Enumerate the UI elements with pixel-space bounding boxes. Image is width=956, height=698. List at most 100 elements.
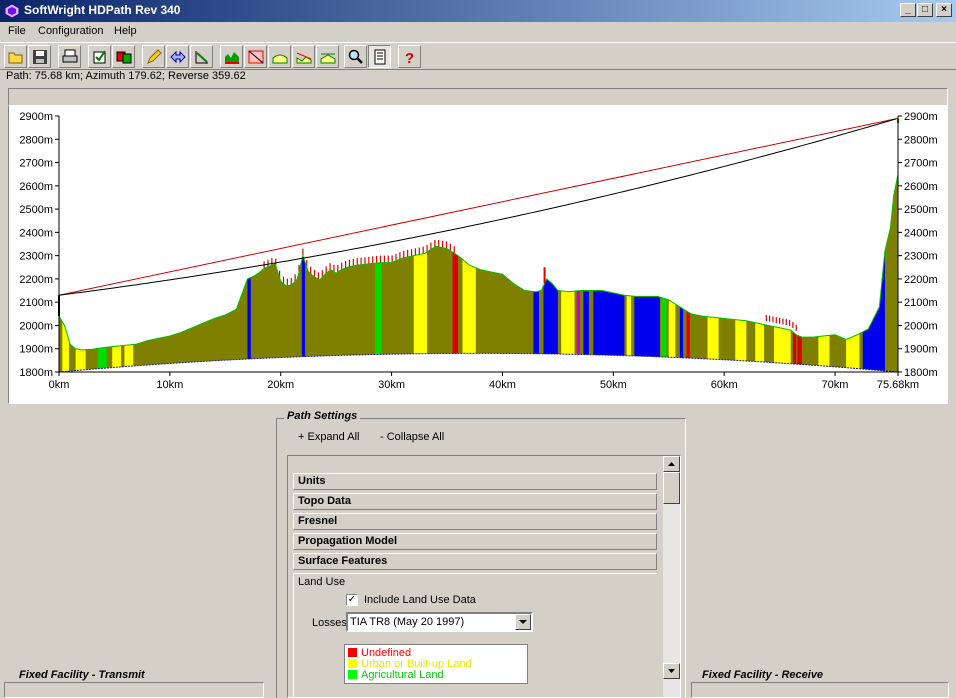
expand-all-link[interactable]: + Expand All bbox=[298, 431, 359, 443]
toolbar: ? bbox=[0, 42, 956, 70]
land-use-band bbox=[755, 322, 765, 363]
land-use-band bbox=[413, 251, 428, 354]
legend-swatch bbox=[348, 670, 357, 679]
open-icon bbox=[8, 52, 23, 64]
title-bar[interactable]: SoftWright HDPath Rev 340 _ □ × bbox=[0, 0, 956, 22]
scroll-thumb[interactable] bbox=[663, 472, 680, 504]
land-use-band bbox=[626, 295, 632, 356]
reflection-button[interactable] bbox=[292, 45, 315, 68]
section-surface-features[interactable]: Surface Features bbox=[293, 553, 657, 570]
maximize-button[interactable]: □ bbox=[917, 3, 933, 17]
land-use-band bbox=[686, 311, 690, 359]
help-button[interactable]: ? bbox=[398, 45, 421, 68]
save-button[interactable] bbox=[28, 45, 51, 68]
pencil-icon bbox=[147, 49, 162, 64]
land-use-band bbox=[660, 297, 667, 358]
dropdown-button[interactable] bbox=[515, 614, 531, 630]
menu-file[interactable]: File bbox=[8, 25, 26, 37]
y-tick-label-left: 2800m bbox=[19, 134, 53, 146]
open-button[interactable] bbox=[4, 45, 27, 68]
flip-path-icon bbox=[170, 50, 186, 64]
close-button[interactable]: × bbox=[936, 3, 952, 17]
diffraction-button[interactable] bbox=[316, 45, 339, 68]
report-button[interactable] bbox=[368, 45, 391, 68]
y-tick-label-right: 2700m bbox=[904, 158, 938, 170]
app-icon bbox=[4, 3, 20, 19]
clearance-icon bbox=[248, 50, 264, 64]
arrow-down-icon bbox=[668, 669, 675, 673]
fresnel-icon bbox=[272, 54, 288, 64]
menu-bar: File Configuration Help bbox=[0, 22, 956, 41]
report-icon bbox=[374, 49, 386, 65]
land-use-band bbox=[543, 279, 558, 355]
help-icon: ? bbox=[405, 50, 414, 65]
land-use-band bbox=[75, 348, 86, 371]
y-tick-label-left: 2300m bbox=[19, 251, 53, 263]
y-tick-label-right: 2600m bbox=[904, 181, 938, 193]
chevron-down-icon bbox=[519, 620, 527, 624]
land-use-band bbox=[735, 319, 747, 361]
section-units[interactable]: Units bbox=[293, 473, 657, 490]
x-tick-label: 50km bbox=[600, 379, 627, 391]
scroll-down-button[interactable] bbox=[663, 663, 680, 679]
print-button[interactable] bbox=[58, 45, 81, 68]
land-use-band bbox=[576, 290, 581, 355]
y-tick-label-right: 2000m bbox=[904, 320, 938, 332]
x-tick-label: 40km bbox=[489, 379, 516, 391]
receive-group bbox=[691, 682, 949, 698]
land-use-band bbox=[707, 316, 719, 360]
losses-label: Losses bbox=[312, 617, 347, 629]
include-land-use-checkbox[interactable]: ✓ bbox=[346, 594, 358, 606]
svg-text:?: ? bbox=[405, 50, 414, 65]
legend-item-agricultural: Agricultural Land bbox=[348, 669, 444, 681]
swap-sites-icon bbox=[116, 51, 132, 64]
x-tick-label: 0km bbox=[49, 379, 70, 391]
y-tick-label-right: 2400m bbox=[904, 227, 938, 239]
x-tick-label: 30km bbox=[378, 379, 405, 391]
draw-button[interactable] bbox=[142, 45, 165, 68]
flip-path-button[interactable] bbox=[166, 45, 189, 68]
section-propagation-model[interactable]: Propagation Model bbox=[293, 533, 657, 550]
land-use-band bbox=[774, 326, 791, 364]
collapse-all-link[interactable]: - Collapse All bbox=[380, 431, 444, 443]
legend-swatch bbox=[348, 659, 357, 668]
x-tick-label: 10km bbox=[156, 379, 183, 391]
swap-sites-button[interactable] bbox=[112, 45, 135, 68]
losses-value: TIA TR8 (May 20 1997) bbox=[350, 616, 465, 628]
reflection-icon bbox=[296, 52, 312, 64]
y-tick-label-right: 2200m bbox=[904, 274, 938, 286]
edit-site-button[interactable] bbox=[88, 45, 111, 68]
grade-button[interactable] bbox=[190, 45, 213, 68]
land-use-band bbox=[668, 299, 676, 358]
fresnel-button[interactable] bbox=[268, 45, 291, 68]
section-fresnel[interactable]: Fresnel bbox=[293, 513, 657, 530]
y-tick-label-right: 2100m bbox=[904, 297, 938, 309]
receive-group-title: Fixed Facility - Receive bbox=[699, 669, 827, 681]
settings-scrollbar[interactable] bbox=[663, 456, 680, 697]
land-use-legend: Undefined Urban or Built-up Land Agricul… bbox=[344, 644, 528, 684]
transmit-group bbox=[4, 682, 264, 698]
losses-select[interactable]: TIA TR8 (May 20 1997) bbox=[346, 612, 533, 632]
land-use-band bbox=[247, 277, 251, 360]
profile-chart[interactable]: 1800m 1800m 1900m 1900m 2000m 2000m 2100m 2100m… bbox=[8, 106, 948, 404]
y-tick-label-left: 2100m bbox=[19, 297, 53, 309]
terrain-button[interactable] bbox=[220, 45, 243, 68]
y-tick-label-right: 1900m bbox=[904, 344, 938, 356]
land-use-label: Land Use bbox=[298, 576, 346, 588]
land-use-band bbox=[112, 345, 122, 368]
land-use-band bbox=[561, 290, 575, 355]
menu-help[interactable]: Help bbox=[114, 25, 137, 37]
arrow-up-icon bbox=[668, 462, 675, 466]
clearance-button[interactable] bbox=[244, 45, 267, 68]
land-use-band bbox=[533, 291, 540, 354]
terrain-profile-svg[interactable]: 1800m 1800m 1900m 1900m 2000m 2000m 2100m 2100m… bbox=[9, 106, 949, 404]
minimize-button[interactable]: _ bbox=[900, 3, 916, 17]
menu-configuration[interactable]: Configuration bbox=[38, 25, 103, 37]
scroll-up-button[interactable] bbox=[663, 456, 680, 472]
land-use-band bbox=[593, 290, 625, 356]
section-topo-data[interactable]: Topo Data bbox=[293, 493, 657, 510]
land-use-band bbox=[301, 256, 306, 357]
y-tick-label-left: 2000m bbox=[19, 320, 53, 332]
zoom-button[interactable] bbox=[344, 45, 367, 68]
y-tick-label-right: 2500m bbox=[904, 204, 938, 216]
